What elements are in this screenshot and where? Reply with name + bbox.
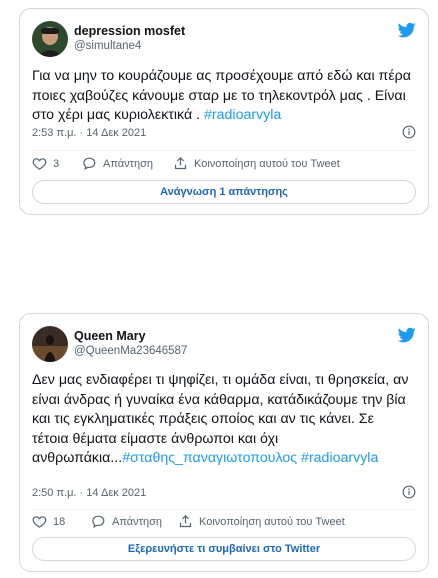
tweet-timestamp[interactable]: 2:50 π.μ. · 14 Δεκ 2021 — [32, 487, 146, 499]
action-bar: 18 Απάντηση Κοινοποίηση αυτού του Tweet — [32, 514, 416, 532]
tweet-text: Δεν μας ενδιαφέρει τι ψηφίζει, τι ομάδα … — [32, 372, 409, 466]
like-count: 3 — [53, 157, 60, 170]
reply-button[interactable]: Απάντηση — [91, 514, 162, 529]
reply-label: Απάντηση — [112, 515, 162, 528]
info-icon[interactable] — [402, 125, 416, 139]
tweet-timestamp[interactable]: 2:53 π.μ. · 14 Δεκ 2021 — [32, 127, 146, 139]
share-icon — [174, 157, 187, 170]
divider — [32, 150, 416, 151]
share-label: Κοινοποίηση αυτού του Tweet — [199, 515, 345, 528]
like-button[interactable]: 18 — [32, 514, 65, 529]
author-handle[interactable]: @simultane4 — [74, 40, 141, 52]
share-button[interactable]: Κοινοποίηση αυτού του Tweet — [173, 156, 340, 171]
twitter-bird-icon[interactable] — [398, 326, 416, 344]
divider — [32, 509, 416, 510]
heart-icon — [32, 158, 47, 170]
avatar[interactable] — [32, 21, 68, 57]
info-icon[interactable] — [402, 485, 416, 499]
share-label: Κοινοποίηση αυτού του Tweet — [194, 157, 340, 170]
share-button[interactable]: Κοινοποίηση αυτού του Tweet — [178, 514, 345, 529]
twitter-bird-icon[interactable] — [398, 21, 416, 39]
tweet-card: Queen Mary @QueenMa23646587 Δεν μας ενδι… — [19, 313, 429, 572]
author-handle[interactable]: @QueenMa23646587 — [74, 345, 187, 357]
tweet-card: depression mosfet @simultane4 Για να μην… — [19, 8, 429, 215]
read-replies-button[interactable]: Ανάγνωση 1 απάντησης — [32, 180, 416, 204]
reply-icon — [83, 157, 96, 170]
tweet-text: Για να μην το κουράζουμε ας προσέχουμε α… — [32, 68, 411, 123]
heart-icon — [32, 516, 47, 528]
avatar[interactable] — [32, 326, 68, 362]
explore-twitter-button[interactable]: Εξερευνήστε τι συμβαίνει στο Twitter — [32, 537, 416, 561]
reply-button[interactable]: Απάντηση — [82, 156, 153, 171]
reply-label: Απάντηση — [103, 157, 153, 170]
like-count: 18 — [53, 515, 66, 528]
reply-icon — [92, 515, 105, 528]
hashtag-link[interactable]: #radioarvyla — [204, 107, 281, 123]
share-icon — [179, 515, 192, 528]
like-button[interactable]: 3 — [32, 156, 59, 171]
author-name[interactable]: Queen Mary — [74, 329, 146, 343]
author-name[interactable]: depression mosfet — [74, 24, 185, 38]
hashtag-link[interactable]: #σταθης_παναγιωτοπουλος #radioarvyla — [122, 450, 378, 466]
action-bar: 3 Απάντηση Κοινοποίηση αυτού του Tweet — [32, 156, 416, 174]
